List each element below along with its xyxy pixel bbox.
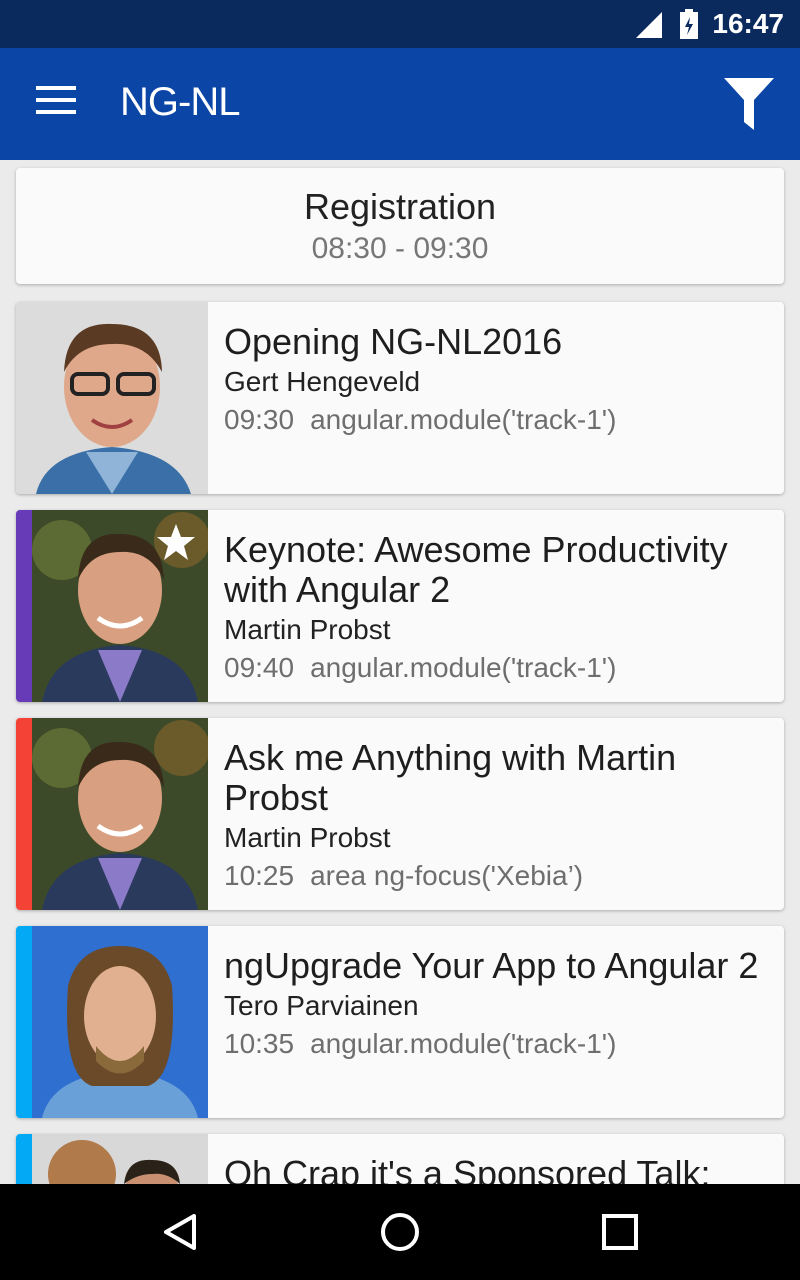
- signal-icon: [636, 12, 662, 38]
- session-title: Keynote: Awesome Productivity with Angul…: [224, 529, 728, 610]
- session-card[interactable]: Oh Crap it's a Sponsored Talk:: [16, 1134, 784, 1184]
- registration-title: Registration: [303, 186, 497, 227]
- session-meta: 09:30 angular.module('track-1'): [224, 404, 768, 436]
- battery-icon: [680, 9, 698, 39]
- session-title: Oh Crap it's a Sponsored Talk:: [224, 1153, 711, 1185]
- session-track: angular.module('track-1'): [310, 652, 617, 683]
- speaker-photo: [16, 302, 208, 494]
- app-title: NG-NL: [120, 80, 240, 124]
- session-card[interactable]: Keynote: Awesome Productivity with Angul…: [16, 510, 784, 702]
- registration-card[interactable]: Registration 08:30 - 09:30: [16, 168, 784, 284]
- session-card[interactable]: Ask me Anything with Martin Probst Marti…: [16, 718, 784, 910]
- session-info: Opening NG-NL2016 Gert Hengeveld 09:30 an…: [224, 302, 768, 436]
- session-card[interactable]: ngUpgrade Your App to Angular 2 Tero Par…: [16, 926, 784, 1118]
- session-list: Registration 08:30 - 09:30 Opening NG-NL…: [0, 160, 800, 1184]
- home-circle-icon[interactable]: [380, 1212, 420, 1252]
- navigation-bar: [0, 1184, 800, 1280]
- session-info: ngUpgrade Your App to Angular 2 Tero Par…: [224, 926, 768, 1060]
- filter-icon[interactable]: [724, 78, 774, 130]
- session-time: 09:40: [224, 652, 295, 683]
- track-color-stripe: [16, 718, 32, 910]
- status-bar: 16:47: [0, 0, 800, 48]
- session-speaker: Tero Parviainen: [224, 990, 419, 1021]
- session-track: angular.module('track-1'): [310, 1028, 617, 1059]
- session-meta: 10:25 area ng-focus('Xebia’): [224, 860, 768, 892]
- session-time: 10:35: [224, 1028, 295, 1059]
- favorite-star-icon[interactable]: [156, 522, 196, 562]
- app-bar: NG-NL: [0, 48, 800, 160]
- registration-time: 08:30 - 09:30: [311, 232, 489, 265]
- session-card[interactable]: Opening NG-NL2016 Gert Hengeveld 09:30 an…: [16, 302, 784, 494]
- menu-icon[interactable]: [36, 86, 76, 120]
- track-color-stripe: [16, 1134, 32, 1184]
- session-meta: 10:35 angular.module('track-1'): [224, 1028, 768, 1060]
- speaker-photo: [32, 1134, 208, 1184]
- back-triangle-icon[interactable]: [160, 1212, 200, 1252]
- track-color-stripe: [16, 926, 32, 1118]
- speaker-photo: [32, 926, 208, 1118]
- session-title: Opening NG-NL2016: [224, 321, 563, 362]
- recents-square-icon[interactable]: [600, 1212, 640, 1252]
- session-speaker: Martin Probst: [224, 614, 391, 645]
- session-time: 10:25: [224, 860, 295, 891]
- session-title: Ask me Anything with Martin Probst: [224, 737, 677, 818]
- session-track: area ng-focus('Xebia’): [310, 860, 584, 891]
- session-info: Keynote: Awesome Productivity with Angul…: [224, 510, 768, 684]
- session-time: 09:30: [224, 404, 295, 435]
- session-speaker: Martin Probst: [224, 822, 391, 853]
- session-speaker: Gert Hengeveld: [224, 366, 421, 397]
- session-info: Ask me Anything with Martin Probst Marti…: [224, 718, 768, 892]
- clock: 16:47: [712, 8, 784, 39]
- track-color-stripe: [16, 510, 32, 702]
- session-title: ngUpgrade Your App to Angular 2: [224, 945, 759, 986]
- session-track: angular.module('track-1'): [310, 404, 617, 435]
- session-info: Oh Crap it's a Sponsored Talk:: [224, 1134, 768, 1185]
- session-meta: 09:40 angular.module('track-1'): [224, 652, 768, 684]
- speaker-photo: [32, 718, 208, 910]
